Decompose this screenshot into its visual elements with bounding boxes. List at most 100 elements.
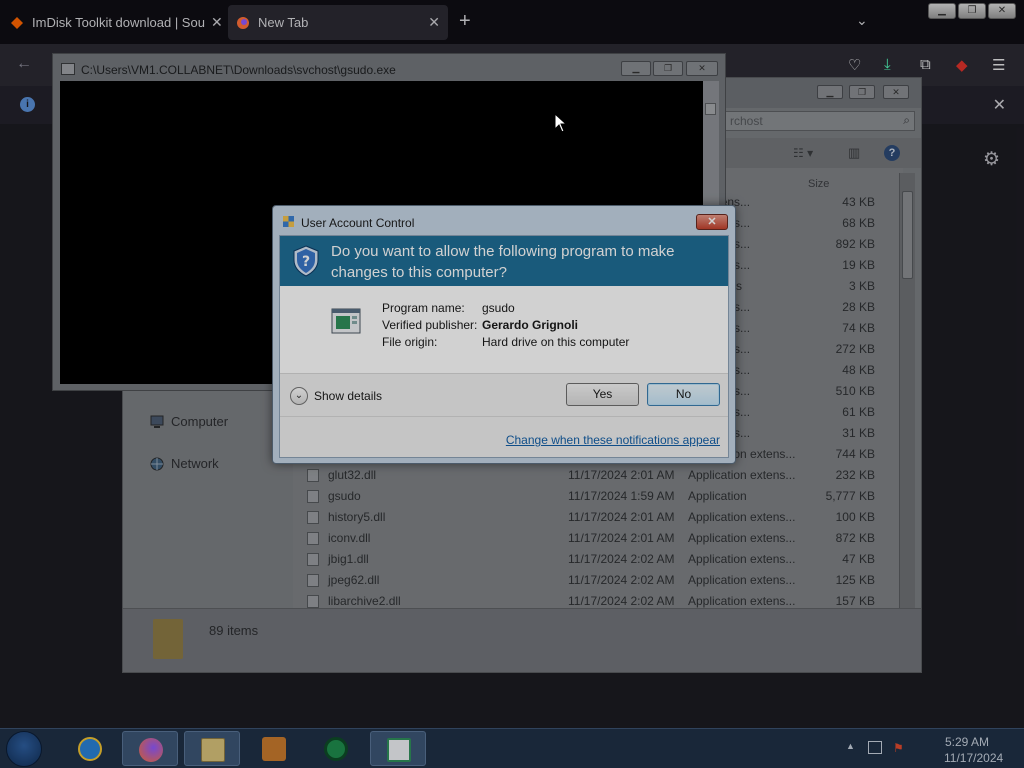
uac-shield-small-icon bbox=[283, 216, 294, 227]
file-size: 19 KB bbox=[842, 258, 875, 272]
close-button[interactable]: ✕ bbox=[988, 3, 1016, 19]
file-icon bbox=[307, 532, 319, 545]
internet-explorer-icon bbox=[78, 737, 102, 761]
taskbar-internet-explorer[interactable] bbox=[62, 731, 118, 766]
file-type: Application extens... bbox=[688, 468, 796, 482]
tab-new-tab[interactable]: New Tab ✕ bbox=[228, 5, 448, 40]
menu-icon[interactable]: ☰ bbox=[992, 56, 1005, 74]
uac-shield-question-icon: ? bbox=[293, 245, 319, 277]
divider bbox=[280, 416, 728, 417]
sidebar-item-label: Network bbox=[171, 456, 219, 471]
tab-imdisk-download[interactable]: ImDisk Toolkit download | Sou ✕ bbox=[2, 5, 222, 40]
table-row[interactable]: glut32.dll 11/17/2024 2:01 AM Application … bbox=[293, 465, 903, 486]
file-name: jbig1.dll bbox=[328, 552, 369, 566]
table-row[interactable]: jbig1.dll 11/17/2024 2:02 AM Application e… bbox=[293, 549, 903, 570]
sidebar-item-computer[interactable]: Computer bbox=[149, 414, 228, 429]
console-minimize-button[interactable]: ▁ bbox=[621, 61, 651, 76]
file-size: 125 KB bbox=[835, 573, 875, 587]
taskbar-firefox[interactable] bbox=[122, 731, 178, 766]
taskbar-media-player[interactable] bbox=[246, 731, 302, 766]
help-icon[interactable]: ? bbox=[884, 145, 900, 161]
chevron-down-icon[interactable]: ⌄ bbox=[290, 387, 308, 405]
scrollbar-thumb[interactable] bbox=[705, 103, 716, 115]
uac-close-button[interactable]: ✕ bbox=[696, 214, 728, 230]
table-row[interactable]: libarchive2.dll 11/17/2024 2:02 AM Applica… bbox=[293, 591, 903, 608]
svg-text:?: ? bbox=[302, 254, 310, 270]
file-date: 11/17/2024 2:01 AM bbox=[568, 468, 675, 482]
action-center-flag-icon[interactable]: ⚑ bbox=[893, 741, 904, 755]
settings-gear-icon[interactable]: ⚙ bbox=[983, 148, 1000, 171]
clock-time[interactable]: 5:29 AM bbox=[945, 735, 989, 749]
file-origin-value: Hard drive on this computer bbox=[482, 335, 630, 349]
uac-question-banner: ? Do you want to allow the following pro… bbox=[280, 236, 728, 286]
list-all-tabs-icon[interactable]: ⌄ bbox=[856, 12, 868, 29]
computer-icon bbox=[150, 415, 164, 428]
show-details-toggle[interactable]: ⌄ Show details bbox=[290, 387, 382, 405]
network-icon bbox=[150, 457, 164, 470]
file-name: iconv.dll bbox=[328, 531, 371, 545]
back-arrow-icon[interactable]: ← bbox=[16, 55, 32, 73]
file-type: Application extens... bbox=[688, 594, 796, 608]
search-icon: ⌕ bbox=[903, 113, 910, 127]
new-tab-button[interactable]: + bbox=[459, 10, 471, 32]
file-list-scrollbar[interactable] bbox=[899, 173, 915, 610]
sidebar-item-network[interactable]: Network bbox=[149, 456, 219, 471]
table-row[interactable]: jpeg62.dll 11/17/2024 2:02 AM Application … bbox=[293, 570, 903, 591]
publisher-value: Gerardo Grignoli bbox=[482, 318, 579, 332]
extensions-icon[interactable]: ⧉ bbox=[920, 56, 931, 73]
explorer-maximize-button[interactable]: ❐ bbox=[849, 85, 875, 99]
mouse-cursor-icon bbox=[554, 113, 568, 133]
file-date: 11/17/2024 2:02 AM bbox=[568, 552, 675, 566]
program-name-value: gsudo bbox=[482, 301, 515, 315]
file-size: 157 KB bbox=[835, 594, 875, 608]
taskbar-refresh-app[interactable] bbox=[308, 731, 364, 766]
uac-content: ? Do you want to allow the following pro… bbox=[279, 235, 729, 458]
pocket-icon[interactable]: ♡ bbox=[848, 56, 861, 74]
no-button[interactable]: No bbox=[647, 383, 720, 406]
tab-close-icon[interactable]: ✕ bbox=[205, 14, 222, 31]
tab-close-icon[interactable]: ✕ bbox=[422, 14, 440, 31]
explorer-search-input[interactable]: rchost ⌕ bbox=[723, 111, 915, 131]
file-type: Application extens... bbox=[688, 552, 796, 566]
taskbar-file-explorer[interactable] bbox=[184, 731, 240, 766]
ublock-icon[interactable]: ◆ bbox=[956, 56, 968, 74]
file-icon bbox=[307, 553, 319, 566]
column-header-size[interactable]: Size bbox=[808, 178, 829, 190]
file-date: 11/17/2024 2:02 AM bbox=[568, 594, 675, 608]
table-row[interactable]: iconv.dll 11/17/2024 2:01 AM Application e… bbox=[293, 528, 903, 549]
uac-program-info: Program name: gsudo Verified publisher: … bbox=[280, 286, 728, 374]
file-type: Application extens... bbox=[688, 573, 796, 587]
table-row[interactable]: history5.dll 11/17/2024 2:01 AM Applicatio… bbox=[293, 507, 903, 528]
refresh-app-icon bbox=[324, 737, 348, 761]
start-button[interactable] bbox=[6, 731, 42, 767]
file-size: 43 KB bbox=[842, 195, 875, 209]
notification-close-icon[interactable]: ✕ bbox=[993, 95, 1006, 115]
show-details-label: Show details bbox=[314, 389, 383, 403]
clock-date[interactable]: 11/17/2024 bbox=[944, 751, 1003, 765]
file-size: 61 KB bbox=[842, 405, 875, 419]
restore-button[interactable]: ❐ bbox=[958, 3, 986, 19]
scrollbar-thumb[interactable] bbox=[902, 191, 913, 279]
network-tray-icon[interactable] bbox=[868, 741, 882, 754]
change-view-icon[interactable]: ☷ ▾ bbox=[793, 146, 813, 160]
explorer-minimize-button[interactable]: ▁ bbox=[817, 85, 843, 99]
file-name: gsudo bbox=[328, 489, 361, 503]
item-count: 89 items bbox=[209, 623, 259, 638]
console-close-button[interactable]: ✕ bbox=[686, 61, 718, 76]
preview-pane-icon[interactable]: ▥ bbox=[848, 145, 860, 161]
file-size: 892 KB bbox=[835, 237, 875, 251]
change-notifications-link[interactable]: Change when these notifications appear bbox=[506, 433, 720, 447]
taskbar-gsudo-console[interactable] bbox=[370, 731, 426, 766]
file-size: 232 KB bbox=[835, 468, 875, 482]
show-hidden-icons-icon[interactable]: ▲ bbox=[846, 741, 855, 751]
file-date: 11/17/2024 2:02 AM bbox=[568, 573, 675, 587]
minimize-button[interactable]: ▁ bbox=[928, 3, 956, 19]
yes-button[interactable]: Yes bbox=[566, 383, 639, 406]
publisher-label: Verified publisher: bbox=[382, 318, 478, 332]
console-maximize-button[interactable]: ❐ bbox=[653, 61, 683, 76]
file-icon bbox=[307, 595, 319, 608]
uac-dialog: User Account Control ✕ ? Do you want to … bbox=[272, 205, 736, 464]
table-row[interactable]: gsudo 11/17/2024 1:59 AM Application 5,777 … bbox=[293, 486, 903, 507]
explorer-close-button[interactable]: ✕ bbox=[883, 85, 909, 99]
downloads-icon[interactable]: ⤓ bbox=[884, 56, 891, 73]
